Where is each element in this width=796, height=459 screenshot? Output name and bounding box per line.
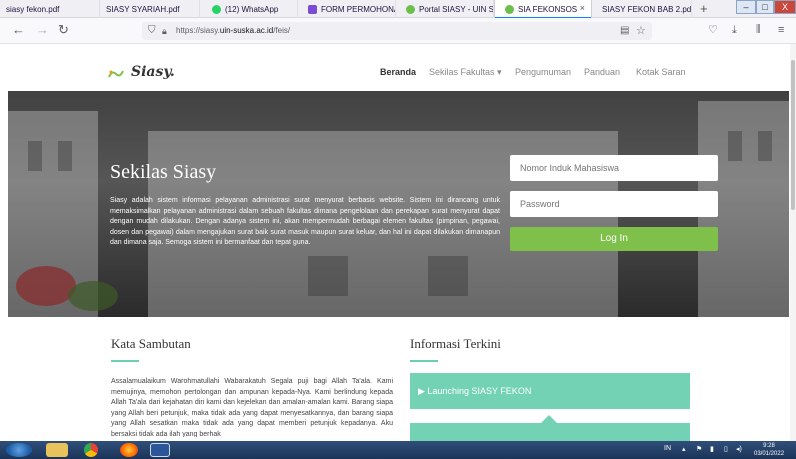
forward-icon[interactable]: → (36, 22, 49, 38)
sambutan-underline (111, 360, 139, 362)
site-header: Siasy. Beranda Sekilas Fakultas ▾ Pengum… (0, 44, 796, 91)
menu-pengumuman[interactable]: Pengumuman (515, 67, 571, 77)
window-shape (728, 131, 742, 161)
shield-icon[interactable]: ⛉ (148, 22, 156, 40)
word-icon[interactable] (150, 443, 170, 457)
battery-icon[interactable]: ▯ (724, 445, 728, 453)
hero-banner: Sekilas Siasy Siasy adalah sistem inform… (8, 91, 789, 317)
flower-bush (16, 266, 76, 306)
logo-mark-icon (108, 67, 124, 78)
close-tab-icon[interactable]: × (580, 3, 585, 13)
clock-time: 9:28 (763, 443, 775, 449)
bookmark-star-icon[interactable]: ☆ (636, 22, 646, 40)
firefox-icon[interactable] (120, 443, 138, 457)
tab-siasy-syariah-pdf[interactable]: SIASY SYARIAH.pdf (100, 0, 200, 18)
reload-icon[interactable]: ↻ (58, 22, 69, 38)
url-path: /feis/ (273, 26, 291, 35)
new-tab-button[interactable]: + (700, 1, 708, 16)
reader-view-icon[interactable]: ▤ (620, 22, 629, 40)
info-item-launching[interactable]: ▶ Launching SIASY FEKON (410, 373, 690, 409)
tab-label: SIA FEKONSOS (518, 4, 578, 14)
clock-date: 03/01/2022 (754, 451, 785, 457)
menu-beranda[interactable]: Beranda (380, 67, 416, 77)
window-shape (58, 141, 72, 171)
tab-label: siasy fekon.pdf (6, 4, 60, 14)
file-explorer-icon[interactable] (46, 443, 68, 457)
scrollbar-thumb[interactable] (791, 60, 795, 210)
browser-toolbar: ← → ↻ ⛉ 🔒︎ https://siasy.uin-suska.ac.id… (0, 18, 796, 44)
library-icon[interactable]: ⫼ (756, 22, 761, 38)
window-shape (758, 131, 772, 161)
password-input[interactable] (510, 191, 718, 217)
info-panel (410, 423, 690, 441)
hero-title: Sekilas Siasy (110, 161, 217, 183)
tab-whatsapp[interactable]: (12) WhatsApp (200, 0, 298, 18)
tab-portal-siasy[interactable]: Portal SIASY - UIN SUSI (396, 0, 494, 18)
pocket-icon[interactable]: ♡ (708, 22, 718, 38)
tab-label: SIASY FEKON BAB 2.pdf (602, 4, 692, 14)
nim-input[interactable] (510, 155, 718, 181)
back-icon[interactable]: ← (12, 22, 25, 38)
menu-kotak-saran[interactable]: Kotak Saran (636, 67, 686, 77)
maximize-button[interactable]: □ (756, 0, 774, 14)
login-button[interactable]: Log In (510, 227, 718, 251)
window-shape (28, 141, 42, 171)
flower-bush (68, 281, 118, 311)
tab-siasy-fekon-pdf[interactable]: siasy fekon.pdf (0, 0, 100, 18)
tab-label: SIASY SYARIAH.pdf (106, 4, 180, 14)
tab-label: (12) WhatsApp (225, 4, 279, 14)
language-indicator[interactable]: IN (664, 445, 671, 452)
address-bar[interactable]: ⛉ 🔒︎ https://siasy.uin-suska.ac.id/feis/… (142, 22, 652, 40)
chrome-icon[interactable] (84, 443, 98, 457)
download-icon[interactable]: ⤓ (732, 22, 737, 38)
form-icon (308, 4, 317, 14)
window-shape (308, 256, 348, 296)
info-underline (410, 360, 438, 362)
show-hidden-icons-icon[interactable]: ▴ (682, 445, 686, 453)
menu-panduan[interactable]: Panduan (584, 67, 620, 77)
windows-taskbar: IN ▴ ⚑ ▮ ▯ ◂) 9:28 03/01/2022 (0, 441, 796, 459)
taskbar-clock[interactable]: 9:28 03/01/2022 (754, 442, 784, 458)
minimize-button[interactable]: – (736, 0, 756, 14)
start-button-icon[interactable] (6, 443, 32, 457)
whatsapp-icon (212, 4, 221, 14)
tab-label: Portal SIASY - UIN SUSI (419, 4, 494, 14)
url-scheme: https://siasy. (176, 26, 220, 35)
volume-icon[interactable]: ◂) (736, 445, 742, 453)
hero-description: Siasy adalah sistem informasi pelayanan … (110, 197, 500, 246)
site-icon (505, 4, 514, 14)
lock-icon[interactable]: 🔒︎ (162, 22, 167, 40)
tab-sia-fekonsos[interactable]: SIA FEKONSOS × (494, 0, 592, 18)
url-host: uin-suska.ac.id (219, 26, 274, 35)
info-title: Informasi Terkini (410, 336, 501, 351)
flag-icon[interactable]: ⚑ (696, 445, 702, 453)
browser-tab-strip: siasy fekon.pdf SIASY SYARIAH.pdf (12) W… (0, 0, 796, 18)
close-window-button[interactable]: X (774, 0, 796, 14)
logo-text: Siasy. (131, 64, 175, 80)
site-logo[interactable]: Siasy. (108, 64, 175, 80)
tab-label: FORM PERMOHONAN (321, 4, 395, 14)
signal-icon[interactable]: ▮ (710, 445, 714, 453)
sambutan-title: Kata Sambutan (111, 336, 191, 351)
tab-siasy-fekon-bab2[interactable]: SIASY FEKON BAB 2.pdf (592, 0, 692, 18)
sambutan-text: Assalamualaikum Warohmatullahi Wabarakat… (111, 378, 393, 437)
window-shape (428, 256, 468, 296)
menu-sekilas-fakultas[interactable]: Sekilas Fakultas ▾ (429, 67, 502, 78)
tab-form-permohonan[interactable]: FORM PERMOHONAN (298, 0, 396, 18)
site-icon (406, 4, 415, 14)
menu-icon[interactable]: ≡ (778, 22, 784, 38)
